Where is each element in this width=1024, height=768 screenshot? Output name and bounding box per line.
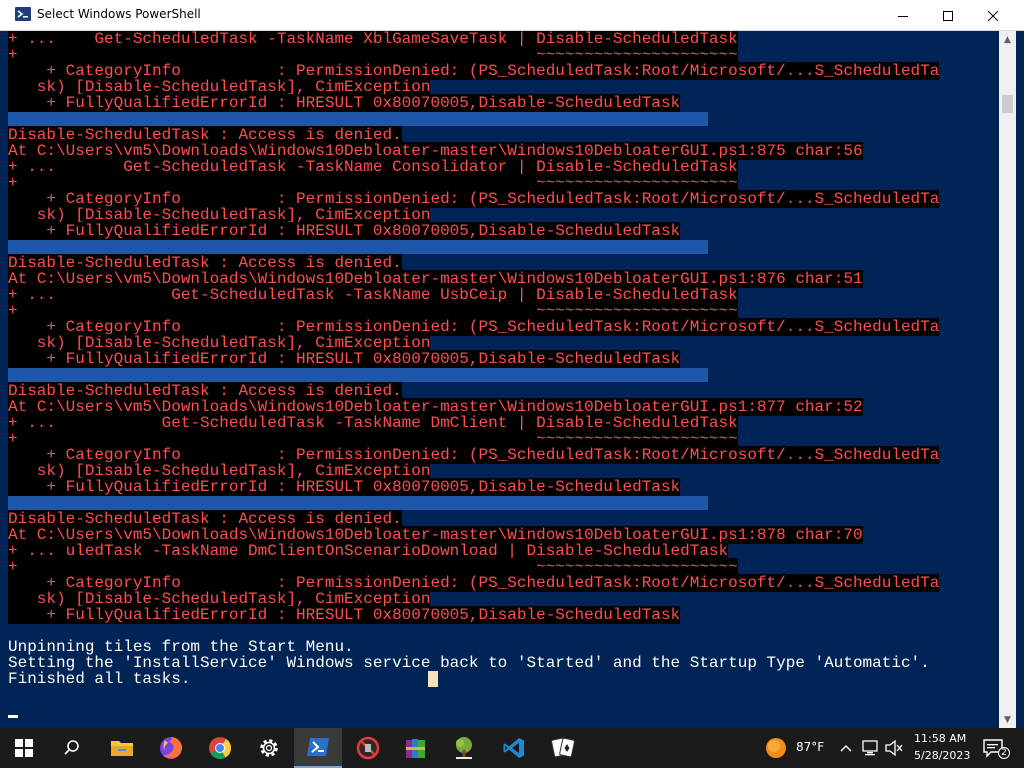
console-line: + ~~~~~~~~~~~~~~~~~~~~~	[8, 430, 738, 448]
horizontal-scroll-indicator	[8, 715, 18, 718]
console-line: + ~~~~~~~~~~~~~~~~~~~~~	[8, 174, 738, 192]
notification-count: 2	[998, 747, 1010, 759]
powershell-button[interactable]	[294, 728, 342, 768]
console-line: + ... Get-ScheduledTask -TaskName UsbCei…	[8, 286, 738, 304]
chevron-up-icon	[840, 745, 852, 752]
taskbar: 87°F 11:58 AM 5/28/2023 2	[0, 728, 1024, 768]
console-line: + ... uledTask -TaskName DmClientOnScena…	[8, 542, 729, 560]
chrome-icon	[209, 737, 231, 759]
console-line: + CategoryInfo : PermissionDenied: (PS_S…	[8, 318, 940, 336]
console-line: + FullyQualifiedErrorId : HRESULT 0x8007…	[8, 94, 681, 112]
console-line: sk) [Disable-ScheduledTask], CimExceptio…	[8, 206, 431, 224]
minimize-button[interactable]	[880, 0, 926, 31]
highlight-blank-line	[8, 240, 708, 254]
maximize-button[interactable]	[925, 0, 971, 31]
blocked-app-button[interactable]	[344, 728, 392, 768]
console-line: sk) [Disable-ScheduledTask], CimExceptio…	[8, 334, 431, 352]
settings-button[interactable]	[245, 728, 293, 768]
console-line: + CategoryInfo : PermissionDenied: (PS_S…	[8, 190, 940, 208]
console-line: Setting the 'InstallService' Windows ser…	[8, 654, 930, 672]
console-line: + CategoryInfo : PermissionDenied: (PS_S…	[8, 446, 940, 464]
solitaire-button[interactable]	[539, 728, 587, 768]
console-output[interactable]: + ... Get-ScheduledTask -TaskName XblGam…	[0, 31, 1000, 728]
console-line: At C:\Users\vm5\Downloads\Windows10Deblo…	[8, 398, 863, 416]
volume-button[interactable]	[884, 738, 904, 758]
powershell-window: Select Windows PowerShell + ... Get-Sche…	[0, 0, 1024, 728]
console-line: At C:\Users\vm5\Downloads\Windows10Deblo…	[8, 526, 863, 544]
vscode-button[interactable]	[490, 728, 538, 768]
console-line: + CategoryInfo : PermissionDenied: (PS_S…	[8, 62, 940, 80]
blocked-icon	[356, 736, 380, 760]
weather-temperature[interactable]: 87°F	[796, 740, 824, 754]
folder-icon	[111, 741, 133, 756]
tree-icon	[456, 737, 472, 759]
scroll-down-arrow-icon[interactable]: ▼	[999, 711, 1016, 728]
console-line: sk) [Disable-ScheduledTask], CimExceptio…	[8, 78, 431, 96]
minimize-icon	[898, 15, 908, 17]
console-line: Unpinning tiles from the Start Menu.	[8, 638, 354, 656]
console-line: Disable-ScheduledTask : Access is denied…	[8, 254, 402, 272]
clock-date[interactable]: 5/28/2023	[914, 749, 970, 762]
firefox-button[interactable]	[147, 728, 195, 768]
text-cursor	[428, 671, 438, 687]
console-line: + ... Get-ScheduledTask -TaskName Consol…	[8, 158, 738, 176]
scroll-up-arrow-icon[interactable]: ▲	[999, 31, 1016, 48]
console-line: + ... Get-ScheduledTask -TaskName DmClie…	[8, 414, 738, 432]
console-line: sk) [Disable-ScheduledTask], CimExceptio…	[8, 462, 431, 480]
gear-icon	[260, 739, 278, 757]
volume-muted-icon	[885, 740, 903, 756]
network-button[interactable]	[860, 738, 880, 758]
title-bar[interactable]: Select Windows PowerShell	[0, 0, 1024, 31]
file-explorer-button[interactable]	[98, 728, 146, 768]
console-line: At C:\Users\vm5\Downloads\Windows10Deblo…	[8, 270, 863, 288]
console-line: Disable-ScheduledTask : Access is denied…	[8, 382, 402, 400]
start-button[interactable]	[0, 728, 48, 768]
console-line: + FullyQualifiedErrorId : HRESULT 0x8007…	[8, 350, 681, 368]
books-icon	[406, 739, 425, 758]
powershell-icon	[307, 738, 329, 756]
console-line: + ... Get-ScheduledTask -TaskName XblGam…	[8, 31, 738, 48]
scroll-thumb[interactable]	[1002, 95, 1013, 113]
tree-app-button[interactable]	[440, 728, 488, 768]
weather-widget[interactable]	[764, 738, 788, 758]
close-icon	[988, 10, 998, 21]
highlight-blank-line	[8, 112, 708, 126]
cards-icon	[551, 737, 575, 758]
search-button[interactable]	[48, 728, 96, 768]
show-hidden-icons-button[interactable]	[836, 738, 856, 758]
window-title: Select Windows PowerShell	[37, 7, 201, 21]
console-line: sk) [Disable-ScheduledTask], CimExceptio…	[8, 590, 431, 608]
console-line: At C:\Users\vm5\Downloads\Windows10Deblo…	[8, 142, 863, 160]
firefox-icon	[160, 737, 182, 759]
vscode-icon	[503, 738, 524, 758]
clock-time[interactable]: 11:58 AM	[914, 732, 966, 745]
chrome-button[interactable]	[196, 728, 244, 768]
console-line: + FullyQualifiedErrorId : HRESULT 0x8007…	[8, 478, 681, 496]
powershell-title-icon	[15, 7, 31, 21]
windows-logo-icon	[15, 739, 33, 757]
console-line: Finished all tasks.	[8, 670, 191, 688]
console-line: + ~~~~~~~~~~~~~~~~~~~~~	[8, 558, 738, 576]
search-icon	[64, 740, 79, 755]
winrar-button[interactable]	[392, 728, 440, 768]
console-line: + FullyQualifiedErrorId : HRESULT 0x8007…	[8, 222, 681, 240]
console-line: Disable-ScheduledTask : Access is denied…	[8, 510, 402, 528]
console-line: + CategoryInfo : PermissionDenied: (PS_S…	[8, 574, 940, 592]
maximize-icon	[943, 10, 953, 21]
network-icon	[862, 740, 878, 756]
sun-icon	[766, 738, 786, 758]
highlight-blank-line	[8, 368, 708, 382]
highlight-blank-line	[8, 496, 708, 510]
vertical-scrollbar[interactable]: ▲ ▼	[999, 31, 1016, 728]
console-line: + ~~~~~~~~~~~~~~~~~~~~~	[8, 302, 738, 320]
console-line: + FullyQualifiedErrorId : HRESULT 0x8007…	[8, 606, 681, 624]
console-line: Disable-ScheduledTask : Access is denied…	[8, 126, 402, 144]
console-line: + ~~~~~~~~~~~~~~~~~~~~~	[8, 46, 738, 64]
close-button[interactable]	[970, 0, 1016, 31]
